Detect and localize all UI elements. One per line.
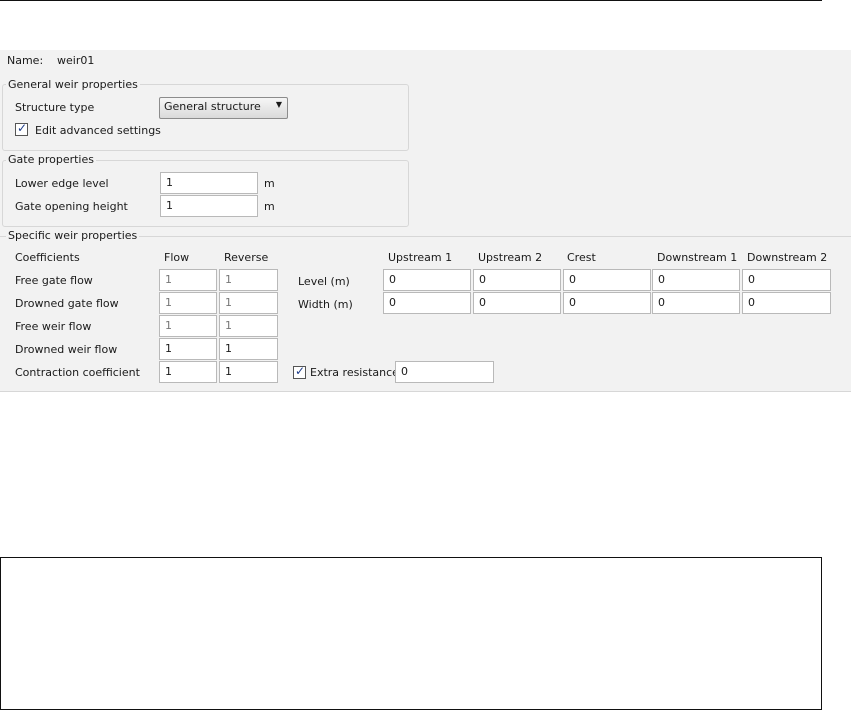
name-label: Name:	[7, 54, 44, 67]
structure-type-value: General structure	[164, 100, 261, 113]
gate-opening-unit: m	[264, 200, 275, 213]
coef-flow-input[interactable]: 1	[159, 361, 217, 383]
chevron-down-icon: ▼	[275, 100, 282, 109]
level-downstream-1-input[interactable]: 0	[652, 269, 740, 291]
level-crest-input[interactable]: 0	[563, 269, 651, 291]
level-label: Level (m)	[298, 275, 350, 288]
coef-row-label: Drowned gate flow	[15, 297, 119, 310]
width-downstream-1-input[interactable]: 0	[652, 292, 740, 314]
coefficients-header: Coefficients	[15, 251, 80, 264]
checkmark-icon: ✓	[17, 121, 28, 135]
width-upstream-2-input[interactable]: 0	[473, 292, 561, 314]
coef-flow-input[interactable]: 1	[159, 269, 217, 291]
coef-row-label: Free weir flow	[15, 320, 92, 333]
width-label: Width (m)	[298, 298, 353, 311]
geo-header-upstream-1: Upstream 1	[388, 251, 453, 264]
level-upstream-2-input[interactable]: 0	[473, 269, 561, 291]
geo-header-upstream-2: Upstream 2	[478, 251, 543, 264]
extra-resistance-checkbox[interactable]: ✓	[293, 364, 306, 379]
lower-edge-label: Lower edge level	[15, 177, 109, 190]
coef-row-label: Free gate flow	[15, 274, 93, 287]
gate-opening-label: Gate opening height	[15, 200, 128, 213]
width-upstream-1-input[interactable]: 0	[383, 292, 471, 314]
top-divider	[0, 0, 822, 1]
name-value: weir01	[57, 54, 95, 67]
extra-resistance-label: Extra resistance	[310, 366, 399, 379]
coef-flow-input[interactable]: 1	[159, 338, 217, 360]
geo-header-downstream-2: Downstream 2	[747, 251, 828, 264]
reverse-header: Reverse	[224, 251, 269, 264]
coef-reverse-input[interactable]: 1	[219, 269, 278, 291]
structure-type-label: Structure type	[15, 101, 95, 114]
width-crest-input[interactable]: 0	[563, 292, 651, 314]
advanced-settings-label: Edit advanced settings	[35, 124, 161, 137]
width-downstream-2-input[interactable]: 0	[742, 292, 831, 314]
level-upstream-1-input[interactable]: 0	[383, 269, 471, 291]
coef-reverse-input[interactable]: 1	[219, 338, 278, 360]
structure-type-dropdown[interactable]: General structure ▼	[159, 97, 288, 119]
lower-edge-input[interactable]: 1	[160, 172, 258, 194]
bottom-panel	[0, 557, 822, 710]
geo-header-downstream-1: Downstream 1	[657, 251, 738, 264]
gate-opening-input[interactable]: 1	[160, 195, 258, 217]
coef-reverse-input[interactable]: 1	[219, 292, 278, 314]
coef-flow-input[interactable]: 1	[159, 292, 217, 314]
coef-row-label: Contraction coefficient	[15, 366, 140, 379]
lower-edge-unit: m	[264, 177, 275, 190]
weir-properties-panel: Name: weir01 General weir properties Str…	[0, 50, 851, 392]
general-weir-properties-title: General weir properties	[6, 78, 140, 92]
coef-flow-input[interactable]: 1	[159, 315, 217, 337]
specific-weir-properties-title: Specific weir properties	[6, 229, 140, 243]
advanced-settings-checkbox[interactable]: ✓	[15, 121, 28, 136]
extra-resistance-input[interactable]: 0	[395, 361, 494, 383]
coef-reverse-input[interactable]: 1	[219, 361, 278, 383]
flow-header: Flow	[164, 251, 190, 264]
geo-header-crest: Crest	[567, 251, 596, 264]
checkmark-icon: ✓	[295, 364, 306, 378]
gate-properties-title: Gate properties	[6, 153, 96, 167]
coef-reverse-input[interactable]: 1	[219, 315, 278, 337]
level-downstream-2-input[interactable]: 0	[742, 269, 831, 291]
coef-row-label: Drowned weir flow	[15, 343, 118, 356]
